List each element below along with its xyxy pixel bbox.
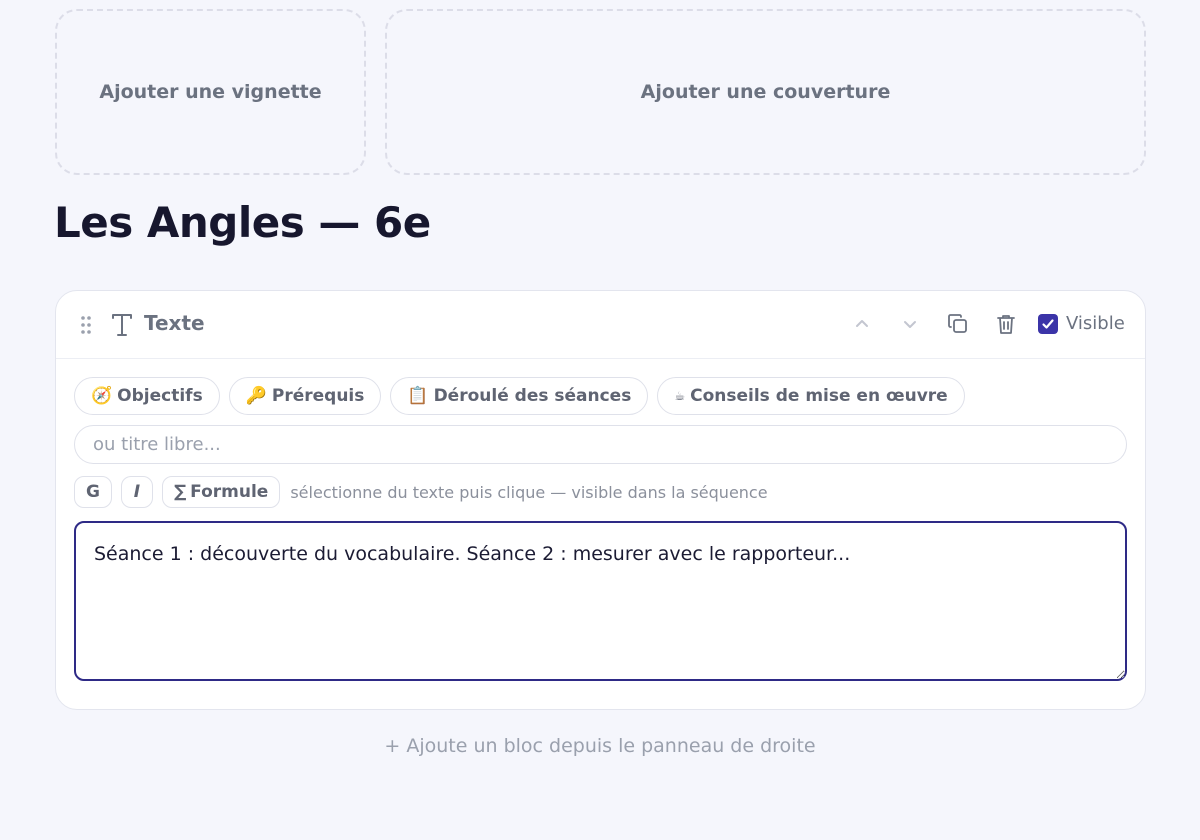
visible-toggle[interactable]: Visible <box>1038 313 1125 334</box>
text-block-card: Texte Visible 🧭 Objectifs 🔑 Prérequis 📋 … <box>55 290 1146 710</box>
compass-icon: 🧭 <box>91 386 113 406</box>
checkmark-icon <box>1042 318 1054 329</box>
chevron-down-icon <box>904 321 916 328</box>
preset-chip-label: Déroulé des séances <box>433 386 632 406</box>
duplicate-button[interactable] <box>945 311 971 337</box>
add-thumbnail-dropzone[interactable]: Ajouter une vignette <box>55 9 366 175</box>
italic-button[interactable]: I <box>120 476 153 508</box>
move-up-button[interactable] <box>849 311 875 337</box>
delete-button[interactable] <box>993 311 1019 337</box>
custom-title-input[interactable] <box>74 425 1127 464</box>
sigma-icon: ∑ <box>173 482 187 502</box>
formula-button[interactable]: ∑ Formule <box>161 476 281 508</box>
text-type-icon <box>111 313 133 337</box>
key-icon: 🔑 <box>245 386 267 406</box>
drag-handle-icon[interactable] <box>80 315 92 335</box>
visible-checkbox[interactable] <box>1038 313 1058 334</box>
page-title[interactable]: Les Angles — 6e <box>54 198 431 247</box>
block-header: Texte Visible <box>56 291 1145 359</box>
add-cover-dropzone[interactable]: Ajouter une couverture <box>385 9 1146 175</box>
preset-chip-conseils[interactable]: ☕ Conseils de mise en œuvre <box>657 377 965 415</box>
visible-label: Visible <box>1066 313 1125 334</box>
formula-label: Formule <box>190 482 269 502</box>
duplicate-icon <box>948 314 967 333</box>
preset-title-chips: 🧭 Objectifs 🔑 Prérequis 📋 Déroulé des sé… <box>74 377 965 415</box>
block-type-label: Texte <box>144 311 205 335</box>
add-cover-label: Ajouter une couverture <box>640 81 891 103</box>
preset-chip-deroule[interactable]: 📋 Déroulé des séances <box>390 377 649 415</box>
preset-chip-prerequis[interactable]: 🔑 Prérequis <box>228 377 382 415</box>
preset-chip-label: Objectifs <box>117 386 203 406</box>
add-thumbnail-label: Ajouter une vignette <box>99 81 322 103</box>
trash-icon <box>997 315 1015 334</box>
format-toolbar: G I ∑ Formule sélectionne du texte puis … <box>74 476 768 508</box>
chevron-up-icon <box>856 320 868 327</box>
clipboard-icon: 📋 <box>407 386 429 406</box>
bold-button[interactable]: G <box>74 476 112 508</box>
coffee-icon: ☕ <box>674 389 686 403</box>
content-editor[interactable]: Séance 1 : découverte du vocabulaire. Sé… <box>74 521 1127 681</box>
preset-chip-label: Prérequis <box>271 386 365 406</box>
format-hint: sélectionne du texte puis clique — visib… <box>290 482 768 502</box>
preset-chip-objectifs[interactable]: 🧭 Objectifs <box>74 377 220 415</box>
move-down-button[interactable] <box>897 311 923 337</box>
preset-chip-label: Conseils de mise en œuvre <box>690 386 948 406</box>
add-block-hint[interactable]: + Ajoute un bloc depuis le panneau de dr… <box>0 735 1200 757</box>
